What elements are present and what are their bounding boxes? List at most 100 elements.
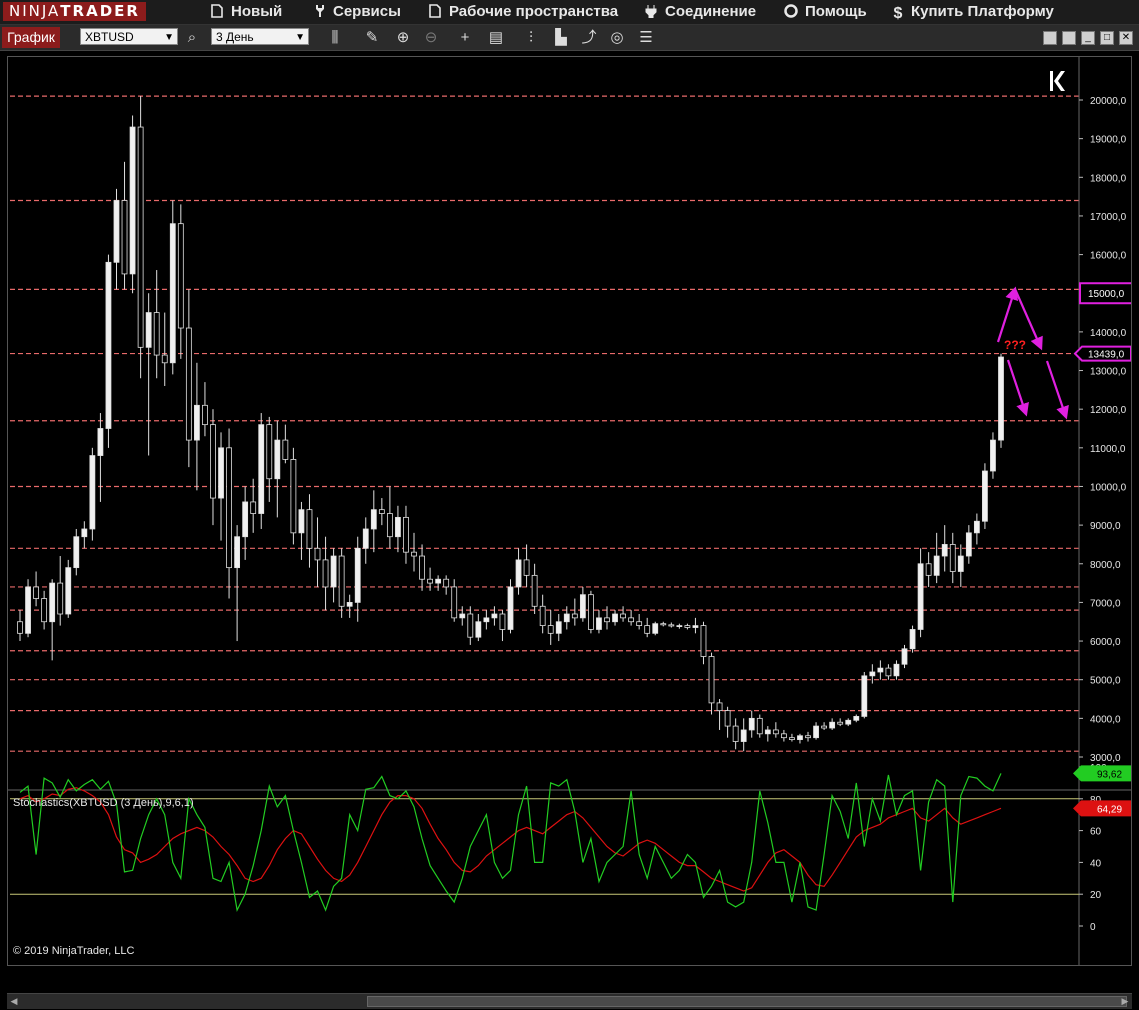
search-icon[interactable]: ⌕ (182, 28, 202, 47)
chart-toolbar: График XBTUSD ▼ ⌕ 3 День ▼ ⫼ ✎ ⊕ ⊖ + ▤ ⫶ ▙… (0, 25, 1139, 51)
dollar-icon: $ (893, 5, 903, 22)
chevron-down-icon: ▼ (295, 32, 305, 43)
candle-body (386, 513, 393, 538)
zoom-in-icon[interactable]: ⊕ (393, 28, 413, 47)
candle-body (973, 520, 980, 534)
candle-body (362, 528, 369, 549)
price-tick-label: 19000,0 (1090, 135, 1127, 146)
candle-body (780, 733, 787, 739)
price-tick-label: 12000,0 (1090, 405, 1127, 416)
annotation-question-text: ??? (1004, 338, 1026, 352)
stochastics-tick-label: 40 (1090, 858, 1102, 869)
price-chart[interactable]: 3000,04000,05000,06000,07000,08000,09000… (8, 57, 1131, 965)
price-tick-label: 8000,0 (1090, 560, 1121, 571)
candle-body (845, 719, 852, 725)
bar-spacing-icon[interactable]: ⫶ (521, 28, 541, 47)
candle-body (113, 200, 120, 263)
properties-list-icon[interactable]: ☰ (636, 28, 656, 47)
candle-body (330, 555, 337, 588)
indicator-icon[interactable]: ◎ (607, 28, 627, 47)
price-tick-label: 7000,0 (1090, 598, 1121, 609)
document-icon (211, 4, 223, 18)
candle-body (620, 613, 626, 619)
candle-body (990, 439, 996, 472)
candle-body (732, 725, 739, 742)
candle-body (563, 613, 570, 623)
pencil-icon[interactable]: ✎ (362, 28, 382, 47)
price-tick-label: 18000,0 (1090, 173, 1127, 184)
candle-body (161, 354, 168, 364)
target-price-label: 15000,0 (1088, 289, 1125, 300)
chart-panel[interactable]: 3000,0 4000,0 5000,0 6000,0 7000,0 8000,0 9000… (7, 56, 1132, 966)
candle-body (17, 621, 23, 634)
candle-body (660, 623, 667, 626)
candle-body (483, 617, 490, 623)
zoom-out-icon[interactable]: ⊖ (421, 28, 441, 47)
candle-body (555, 621, 562, 634)
chevron-down-icon: ▼ (164, 32, 174, 43)
price-tick-label: 16000,0 (1090, 251, 1127, 262)
tab-chart[interactable]: График (2, 27, 60, 48)
candle-body (523, 559, 530, 576)
candle-body (105, 261, 112, 429)
candle-body (419, 555, 425, 580)
candle-body (411, 551, 417, 557)
price-tick-label: 17000,0 (1090, 212, 1127, 223)
candle-body (668, 624, 675, 627)
menu-help[interactable]: Помощь (784, 0, 867, 24)
stochastics-k-value: 93,62 (1097, 769, 1122, 780)
crosshair-icon[interactable]: + (455, 28, 475, 47)
minimize-button[interactable]: _ (1081, 31, 1095, 45)
maximize-button[interactable]: □ (1100, 31, 1114, 45)
candle-body (579, 594, 586, 619)
close-button[interactable]: ✕ (1119, 31, 1133, 45)
candle-body (346, 602, 353, 607)
candle-body (604, 617, 610, 623)
candle-body (258, 424, 265, 514)
candle-body (515, 559, 522, 588)
window-pin-button[interactable] (1062, 31, 1076, 45)
price-tick-label: 6000,0 (1090, 637, 1121, 648)
candle-body (700, 625, 707, 657)
bar-style-icon[interactable]: ⫼ (325, 28, 345, 47)
scroll-left-arrow-icon[interactable]: ◀ (7, 994, 21, 1009)
price-tick-label: 4000,0 (1090, 714, 1121, 725)
horizontal-scrollbar[interactable]: ◀ ▶ (7, 993, 1132, 1009)
candle-body (901, 648, 908, 665)
candle-body (338, 555, 345, 607)
menu-tools[interactable]: Сервисы (312, 0, 401, 24)
candle-body (33, 586, 39, 599)
window-tile-button[interactable] (1043, 31, 1057, 45)
candle-body (821, 725, 827, 729)
candle-body (797, 735, 803, 741)
price-tick-label: 13000,0 (1090, 367, 1127, 378)
candle-body (957, 555, 964, 572)
candle-body (65, 567, 72, 615)
candle-body (813, 725, 819, 739)
candle-body (298, 509, 305, 534)
interval-selector[interactable]: 3 День ▼ (211, 28, 309, 45)
candle-body (210, 424, 216, 499)
menu-connection[interactable]: Соединение (644, 0, 756, 24)
candle-body (596, 617, 602, 630)
strategy-icon[interactable]: ⤴ (579, 28, 599, 47)
candle-body (861, 675, 868, 717)
candle-body (194, 404, 200, 441)
data-box-icon[interactable]: ▤ (486, 28, 506, 47)
menu-workspaces[interactable]: Рабочие пространства (428, 0, 618, 24)
menu-buy-platform[interactable]: $ Купить Платформу (892, 0, 1054, 24)
candle-body (684, 625, 691, 628)
plug-icon (645, 5, 657, 18)
scroll-right-arrow-icon[interactable]: ▶ (1118, 994, 1132, 1009)
candle-body (829, 721, 836, 729)
candle-body (41, 598, 48, 623)
candle-body (282, 439, 289, 460)
candle-body (97, 428, 104, 456)
candle-body (965, 532, 972, 557)
candle-body (218, 447, 224, 499)
stacked-bars-icon[interactable]: ▙ (551, 28, 571, 47)
candle-body (724, 710, 731, 727)
scroll-thumb[interactable] (367, 996, 1127, 1007)
menu-new[interactable]: Новый (210, 0, 282, 24)
instrument-selector[interactable]: XBTUSD ▼ (80, 28, 178, 45)
